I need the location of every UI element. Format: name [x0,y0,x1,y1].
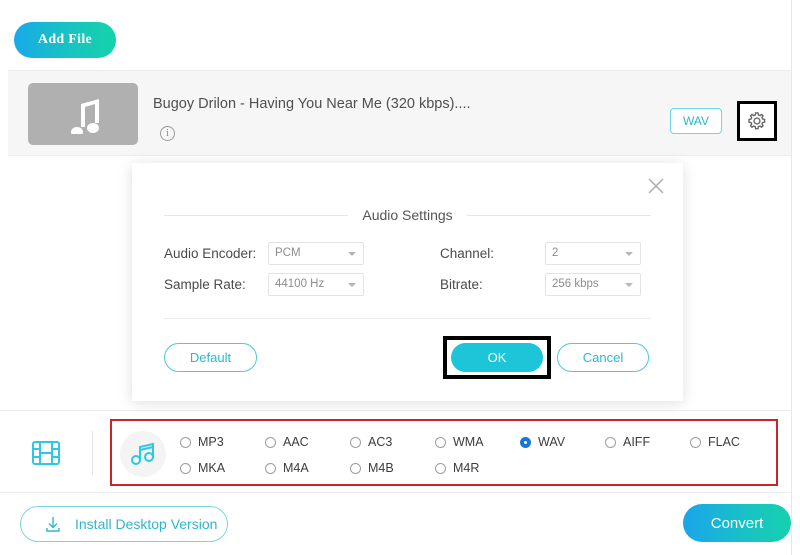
format-radio-flac[interactable]: FLAC [690,435,775,449]
bitrate-select[interactable]: 256 kbps [545,273,641,296]
radio-dot-icon [180,463,191,474]
heading-divider-right [467,215,651,216]
format-radio-m4a[interactable]: M4A [265,461,350,475]
format-radio-mp3[interactable]: MP3 [180,435,265,449]
audio-encoder-value: PCM [275,247,301,259]
default-button[interactable]: Default [164,343,257,372]
format-radio-label: AAC [283,435,309,449]
format-radio-label: WMA [453,435,484,449]
settings-button-highlight[interactable] [737,101,777,141]
radio-dot-icon [690,437,701,448]
channel-select[interactable]: 2 [545,242,641,265]
sample-rate-value: 44100 Hz [275,278,324,290]
format-radio-aac[interactable]: AAC [265,435,350,449]
chevron-down-icon [625,283,633,287]
format-radio-label: M4R [453,461,479,475]
format-radio-m4r[interactable]: M4R [435,461,520,475]
dialog-divider [164,318,651,319]
radio-dot-icon [435,437,446,448]
chevron-down-icon [625,252,633,256]
format-radio-label: M4B [368,461,394,475]
dialog-title: Audio Settings [362,207,452,223]
radio-dot-icon [350,437,361,448]
bitrate-label: Bitrate: [440,277,545,292]
gear-icon [746,110,768,132]
channel-label: Channel: [440,246,545,261]
cancel-button[interactable]: Cancel [557,343,649,372]
file-title: Bugoy Drilon - Having You Near Me (320 k… [153,96,471,112]
format-radio-label: WAV [538,435,565,449]
radio-dot-icon [520,437,531,448]
file-thumbnail [28,83,138,145]
format-radio-label: MP3 [198,435,224,449]
radio-dot-icon [435,463,446,474]
format-radio-label: AC3 [368,435,392,449]
bottom-bar: Install Desktop Version [0,492,792,555]
audio-encoder-label: Audio Encoder: [164,246,268,261]
film-strip-icon [31,440,61,466]
add-file-button[interactable]: Add File [14,22,116,58]
chevron-down-icon [348,283,356,287]
format-radio-m4b[interactable]: M4B [350,461,435,475]
field-audio-encoder: Audio Encoder: PCM [164,241,364,265]
field-bitrate: Bitrate: 256 kbps [440,272,641,296]
music-note-icon [61,94,105,134]
format-radio-label: AIFF [623,435,650,449]
scrollbar[interactable] [791,0,800,555]
sample-rate-label: Sample Rate: [164,277,268,292]
radio-dot-icon [180,437,191,448]
format-radio-grid: MP3 AAC AC3 WMA WAV AIFF FLAC MKA M4A M4B M4R [180,429,774,481]
convert-button[interactable]: Convert [683,504,791,542]
toolbar-divider [92,431,93,475]
field-sample-rate: Sample Rate: 44100 Hz [164,272,364,296]
top-toolbar: Add File [0,0,800,70]
heading-divider-left [164,215,348,216]
install-desktop-version-label: Install Desktop Version [75,516,217,532]
format-radio-label: M4A [283,461,309,475]
format-selection-bar: MP3 AAC AC3 WMA WAV AIFF FLAC MKA M4A M4B M4R [0,410,792,492]
channel-value: 2 [552,247,558,259]
field-channel: Channel: 2 [440,241,641,265]
radio-dot-icon [350,463,361,474]
format-radio-label: MKA [198,461,225,475]
format-radio-label: FLAC [708,435,740,449]
bitrate-value: 256 kbps [552,278,599,290]
format-radio-wma[interactable]: WMA [435,435,520,449]
radio-dot-icon [265,463,276,474]
close-icon[interactable] [643,173,669,199]
ok-button-highlight[interactable]: OK [443,336,551,379]
download-icon [43,514,63,534]
radio-dot-icon [265,437,276,448]
output-format-badge[interactable]: WAV [670,108,722,134]
close-icon-glyph [646,176,666,196]
radio-dot-icon [605,437,616,448]
format-radio-ac3[interactable]: AC3 [350,435,435,449]
format-radio-mka[interactable]: MKA [180,461,265,475]
chevron-down-icon [348,252,356,256]
format-radio-aiff[interactable]: AIFF [605,435,690,449]
audio-encoder-select[interactable]: PCM [268,242,364,265]
sample-rate-select[interactable]: 44100 Hz [268,273,364,296]
audio-category-tab[interactable] [120,431,166,477]
dialog-heading-row: Audio Settings [164,207,651,223]
format-radio-wav[interactable]: WAV [520,435,605,449]
ok-button[interactable]: OK [451,343,543,372]
install-desktop-version-button[interactable]: Install Desktop Version [20,506,228,542]
video-category-tab[interactable] [28,435,64,471]
audio-format-panel: MP3 AAC AC3 WMA WAV AIFF FLAC MKA M4A M4B M4R [110,419,778,486]
info-icon[interactable]: i [160,126,175,141]
music-note-icon [130,442,156,466]
